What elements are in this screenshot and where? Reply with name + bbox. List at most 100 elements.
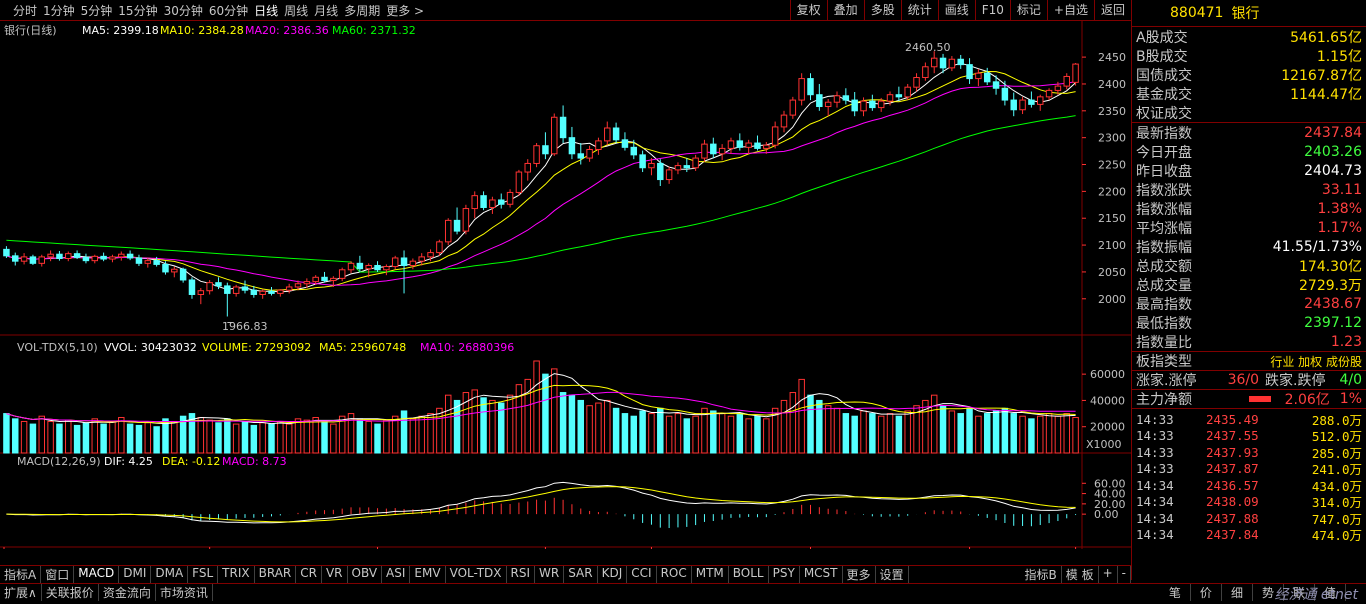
candle-body [47, 253, 54, 258]
volume-bar [842, 413, 850, 454]
indicator-tab-13[interactable]: VOL-TDX [446, 566, 507, 583]
candle-body [816, 94, 823, 108]
indicator-tab-17[interactable]: KDJ [598, 566, 628, 583]
volume-bar [860, 410, 867, 454]
indicator-action-0[interactable]: 指标B [1021, 566, 1062, 583]
volume-bar [895, 415, 903, 454]
volume-bar [1001, 407, 1009, 454]
tick-price: 2436.57 [1206, 477, 1259, 493]
indicator-tab-21[interactable]: BOLL [729, 566, 769, 583]
panel-tab-0[interactable]: 笔 [1160, 584, 1191, 601]
indicator-tab-14[interactable]: RSI [507, 566, 536, 583]
volume-bar [718, 413, 726, 454]
toolbar-button-2[interactable]: 多股 [863, 0, 901, 21]
volume-bar [215, 422, 222, 454]
toolbar-button-4[interactable]: 画线 [937, 0, 975, 21]
tick-price: 2437.93 [1206, 444, 1259, 460]
volume-bar [82, 422, 90, 454]
indicator-tab-25[interactable]: 设置 [876, 566, 909, 583]
macd-indicator-name: MACD(12,26,9) [17, 455, 101, 468]
timeframe-tab-6[interactable]: 日线 [251, 2, 281, 19]
panel-tab-2[interactable]: 细 [1222, 584, 1253, 601]
indicator-tab-9[interactable]: VR [322, 566, 348, 583]
candle-body [153, 260, 160, 265]
timeframe-tab-2[interactable]: 5分钟 [78, 2, 116, 19]
indicator-tab-18[interactable]: CCI [627, 566, 657, 583]
indicator-tab-20[interactable]: MTM [692, 566, 729, 583]
toolbar-button-1[interactable]: 叠加 [826, 0, 864, 21]
timeframe-tab-1[interactable]: 1分钟 [40, 2, 78, 19]
volume-bar [294, 418, 302, 454]
timeframe-tab-8[interactable]: 月线 [311, 2, 341, 19]
indicator-action-3[interactable]: - [1118, 566, 1131, 583]
extension-tab-2[interactable]: 资金流向 [99, 584, 156, 601]
candle-body [444, 219, 452, 243]
toolbar-button-7[interactable]: +自选 [1046, 0, 1094, 21]
volume-bar [3, 413, 10, 454]
volume-bar [206, 419, 213, 454]
volume-bar [798, 378, 805, 454]
indicator-tab-16[interactable]: SAR [564, 566, 598, 583]
indicator-action-1[interactable]: 模 板 [1062, 566, 1099, 583]
volume-bar [586, 405, 593, 454]
indicator-tab-19[interactable]: ROC [657, 566, 692, 583]
period-toolbar: 分时 1分钟 5分钟 15分钟 30分钟 60分钟 日线 周线 月线 多周期 更多 > 复权 叠加 多股… [0, 0, 1131, 21]
extension-tab-3[interactable]: 市场资讯 [156, 584, 213, 601]
timeframe-tab-9[interactable]: 多周期 [341, 2, 383, 19]
volume-bar [453, 399, 461, 454]
indicator-tab-4[interactable]: DMA [151, 566, 189, 583]
indicator-tab-5[interactable]: FSL [188, 566, 219, 583]
indicator-tab-3[interactable]: DMI [119, 566, 152, 583]
indicator-tab-6[interactable]: TRIX [218, 566, 255, 583]
indicator-action-2[interactable]: + [1099, 566, 1118, 583]
indicator-tab-11[interactable]: ASI [382, 566, 411, 583]
board-type-label: 板指类型 [1136, 354, 1192, 370]
index-stat-row: 最新指数 2437.84 [1132, 123, 1366, 142]
volume-bar [197, 417, 205, 454]
index-stat-row: 指数振幅 41.55/1.73% [1132, 237, 1366, 256]
extension-tab-1[interactable]: 关联报价 [42, 584, 99, 601]
extension-tab-0[interactable]: 扩展∧ [0, 584, 42, 601]
candle-body [383, 266, 390, 271]
volume-bar [436, 407, 443, 454]
indicator-tab-1[interactable]: 窗口 [41, 566, 75, 583]
candle-body [939, 57, 947, 69]
indicator-tab-7[interactable]: BRAR [255, 566, 297, 583]
indicator-tab-2[interactable]: MACD [74, 566, 120, 583]
volume-bar [29, 423, 37, 454]
timeframe-tab-0[interactable]: 分时 [10, 2, 40, 19]
tick-row: 14:34 2436.57 434.0万 [1132, 477, 1366, 494]
volume-bar [754, 415, 761, 454]
toolbar-button-6[interactable]: 标记 [1009, 0, 1047, 21]
volume-bar [930, 394, 938, 454]
index-stat-label: 指数量比 [1136, 334, 1192, 351]
macd-histogram [14, 497, 1077, 529]
index-stat-label: 昨日收盘 [1136, 163, 1192, 180]
indicator-tab-8[interactable]: CR [296, 566, 322, 583]
indicator-tab-15[interactable]: WR [535, 566, 565, 583]
index-stat-row: 今日开盘 2403.26 [1132, 142, 1366, 161]
candle-body [109, 256, 116, 260]
indicator-tab-12[interactable]: EMV [410, 566, 446, 583]
toolbar-button-3[interactable]: 统计 [900, 0, 938, 21]
toolbar-button-5[interactable]: F10 [974, 0, 1010, 21]
candle-body [259, 290, 266, 295]
indicator-tab-10[interactable]: OBV [348, 566, 383, 583]
candle-body [763, 144, 770, 149]
timeframe-tab-10[interactable]: 更多 > [383, 2, 427, 19]
kline-chart[interactable]: 2000 2050 2100 2150 2200 2250 2300 2350 2400 2450… [0, 21, 1131, 549]
indicator-tab-0[interactable]: 指标A [0, 566, 42, 583]
timeframe-tab-3[interactable]: 15分钟 [115, 2, 160, 19]
timeframe-tab-5[interactable]: 60分钟 [206, 2, 251, 19]
extension-tabs: 扩展∧ 关联报价 资金流向 市场资讯 [0, 584, 213, 601]
toolbar-button-0[interactable]: 复权 [789, 0, 827, 21]
indicator-tab-22[interactable]: PSY [769, 566, 800, 583]
index-stat-value: 1.23 [1330, 333, 1362, 350]
panel-tab-1[interactable]: 价 [1191, 584, 1222, 601]
timeframe-tab-7[interactable]: 周线 [281, 2, 311, 19]
indicator-tab-24[interactable]: 更多 [843, 566, 876, 583]
timeframe-tab-4[interactable]: 30分钟 [161, 2, 206, 19]
toolbar-button-8[interactable]: 返回 [1093, 0, 1131, 21]
indicator-tab-23[interactable]: MCST [800, 566, 843, 583]
index-stat-value: 2438.67 [1304, 295, 1362, 312]
